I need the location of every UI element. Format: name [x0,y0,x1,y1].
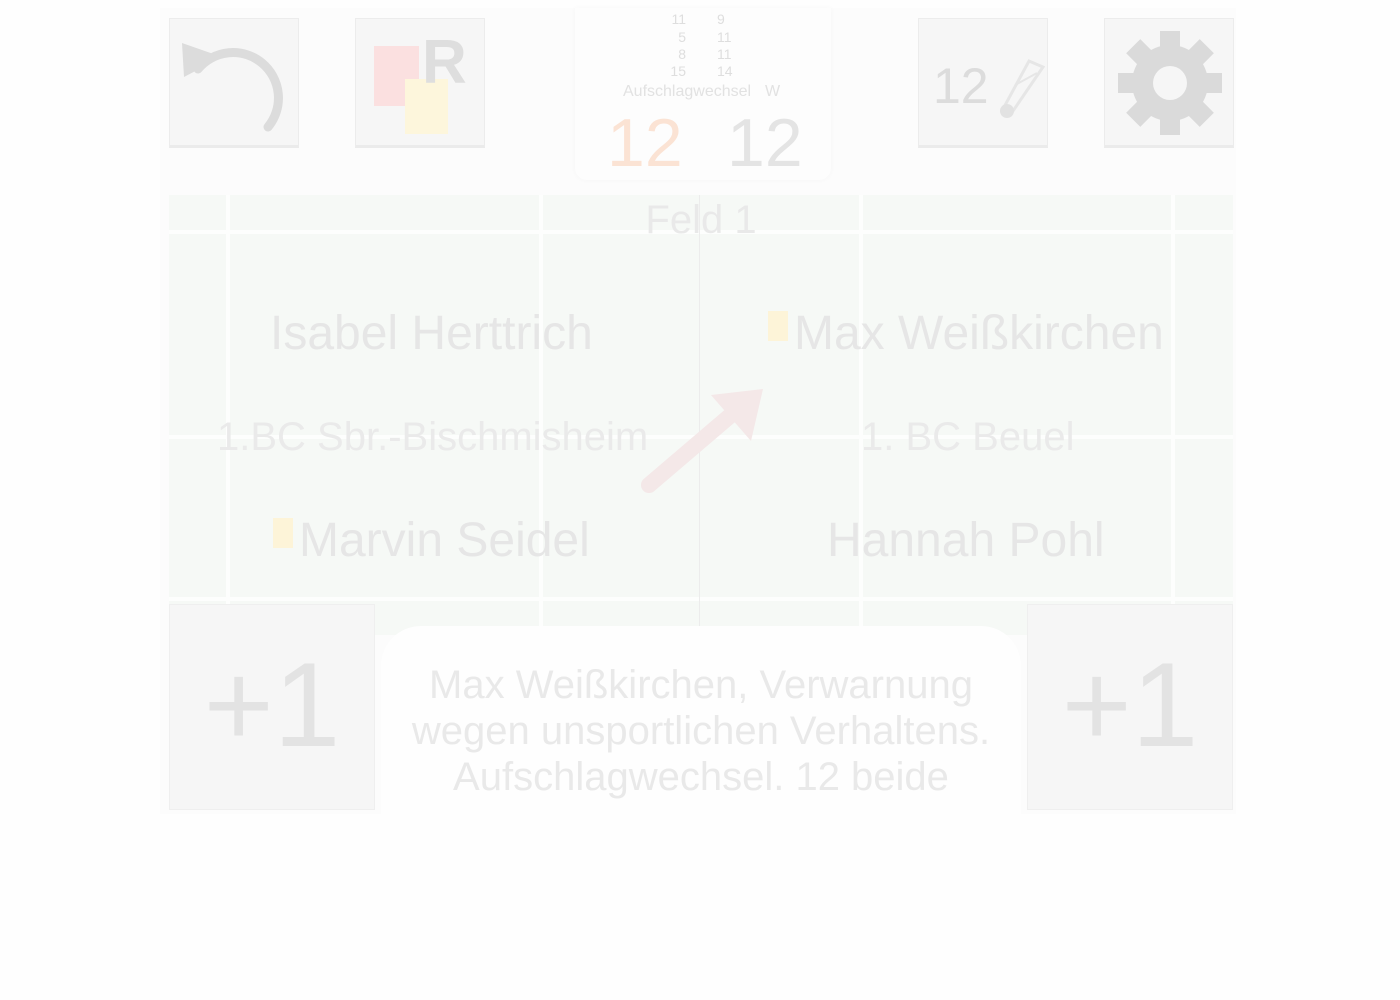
announcement-text: Max Weißkirchen, Verwarnung wegen unspor… [381,626,1021,816]
player-right-bottom[interactable]: Hannah Pohl [827,513,1105,568]
game-score-left: 5 [678,29,686,45]
game-score-left: 8 [678,46,686,62]
game-score-right: 11 [717,46,732,62]
announcement-line: Aufschlagwechsel. 12 beide [453,755,949,799]
yellow-card-indicator [273,518,293,548]
umpire-panel: R 11 9 5 11 8 11 15 14 Aufschlagwechsel … [160,8,1236,816]
cards-letter: R [422,28,467,97]
announcement-line: Max Weißkirchen, Verwarnung [429,663,973,707]
score-right: 12 [727,105,803,181]
player-name: Isabel Herttrich [270,307,593,360]
serve-change-label: Aufschlagwechsel [623,83,752,100]
game-row: 8 11 [575,46,831,64]
score-left: 12 [607,105,683,181]
point-right-button[interactable]: +1 [1027,604,1233,810]
player-left-top[interactable]: Isabel Herttrich [270,306,593,361]
announcement-line: wegen unsportlichen Verhaltens. [411,709,991,753]
serve-direction-arrow-icon [641,389,763,493]
settings-button[interactable] [1104,18,1234,148]
game-score-right: 9 [717,11,725,27]
player-name: Max Weißkirchen [794,307,1164,360]
point-left-button[interactable]: +1 [169,604,375,810]
court-line [1171,195,1175,635]
undo-button[interactable] [169,18,299,148]
player-name: Marvin Seidel [299,514,590,567]
game-row: 5 11 [575,29,831,47]
shuttle-count: 12 [933,58,989,114]
player-right-top[interactable]: Max Weißkirchen [768,306,1164,361]
game-score-right: 14 [717,63,733,79]
court-line [169,597,1233,601]
player-left-bottom[interactable]: Marvin Seidel [273,513,590,568]
game-score-left: 11 [671,11,686,27]
game-score-left: 15 [670,63,686,79]
scoreboard: 11 9 5 11 8 11 15 14 Aufschlagwechsel W … [575,8,831,181]
team-right: 1. BC Beuel [861,415,1075,459]
team-left: 1.BC Sbr.-Bischmisheim [217,415,649,459]
shuttlecock-icon [1000,59,1045,118]
game-score-right: 11 [717,29,732,45]
yellow-card-indicator [768,311,788,341]
gear-icon [1118,31,1222,135]
game-row: 15 14 [575,63,831,81]
serve-side-label: W [765,83,781,100]
court-name: Feld 1 [645,198,757,242]
game-row: 11 9 [575,11,831,29]
player-name: Hannah Pohl [827,514,1105,567]
cards-button[interactable]: R [355,18,485,148]
shuttle-counter-button[interactable]: 12 [918,18,1048,148]
badminton-court: Feld 1 Isabel Herttrich Max Weißkirchen … [169,195,1233,635]
undo-icon [182,43,283,132]
